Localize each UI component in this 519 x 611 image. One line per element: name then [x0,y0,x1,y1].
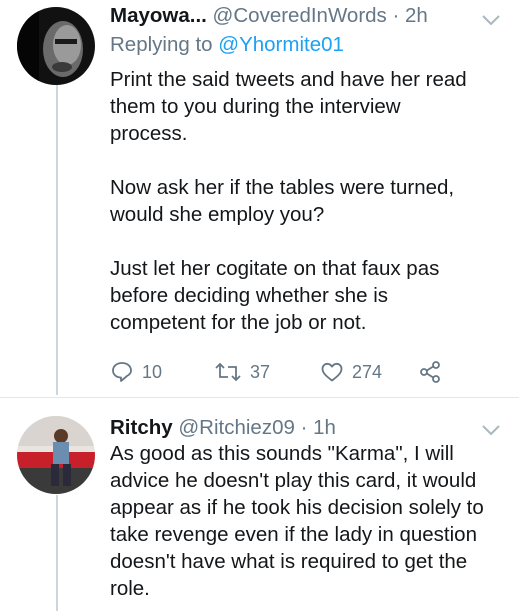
tweet-1[interactable]: Mayowa... @CoveredInWords · 2h Replying … [0,0,519,398]
replying-handle[interactable]: @Yhormite01 [218,33,344,56]
chevron-down-icon[interactable] [481,424,501,436]
retweet-button[interactable]: 37 [214,360,270,384]
like-icon [321,362,343,382]
timestamp[interactable]: 1h [313,416,336,439]
tweet-header: Ritchy @Ritchiez09 · 1h [110,416,336,440]
share-button[interactable] [418,360,442,384]
separator: · [392,4,400,27]
tweet-paragraph: Print the said tweets and have her read … [110,68,467,145]
display-name[interactable]: Mayowa... [110,4,207,27]
tweet-paragraph: Now ask her if the tables were turned, w… [110,176,455,226]
tweet-text: As good as this sounds "Karma", I will a… [110,440,515,602]
tweet-2[interactable]: Ritchy @Ritchiez09 · 1h As good as this … [0,398,519,611]
tweet-actions: 10 37 274 [110,360,470,386]
retweet-icon [215,362,241,382]
user-handle[interactable]: @Ritchiez09 [178,416,295,439]
chevron-down-icon[interactable] [481,14,501,26]
display-name[interactable]: Ritchy [110,416,173,439]
avatar[interactable] [17,7,95,85]
retweet-count: 37 [250,361,271,382]
replying-to: Replying to @Yhormite01 [110,33,344,57]
replying-label: Replying to [110,33,213,56]
tweet-paragraph: As good as this sounds "Karma", I will a… [110,442,484,600]
avatar-image [17,7,95,85]
tweet-paragraph: Just let her cogitate on that faux pas b… [110,257,440,334]
share-icon [420,361,440,383]
timestamp[interactable]: 2h [405,4,428,27]
tweet-header: Mayowa... @CoveredInWords · 2h [110,4,428,28]
reply-icon [112,362,132,382]
avatar[interactable] [17,416,95,494]
like-button[interactable]: 274 [320,360,382,384]
user-handle[interactable]: @CoveredInWords [213,4,387,27]
reply-count: 10 [142,361,163,382]
separator: · [300,416,308,439]
like-count: 274 [352,361,383,382]
avatar-image [17,416,95,494]
tweet-text: Print the said tweets and have her read … [110,66,510,336]
reply-button[interactable]: 10 [110,360,162,384]
